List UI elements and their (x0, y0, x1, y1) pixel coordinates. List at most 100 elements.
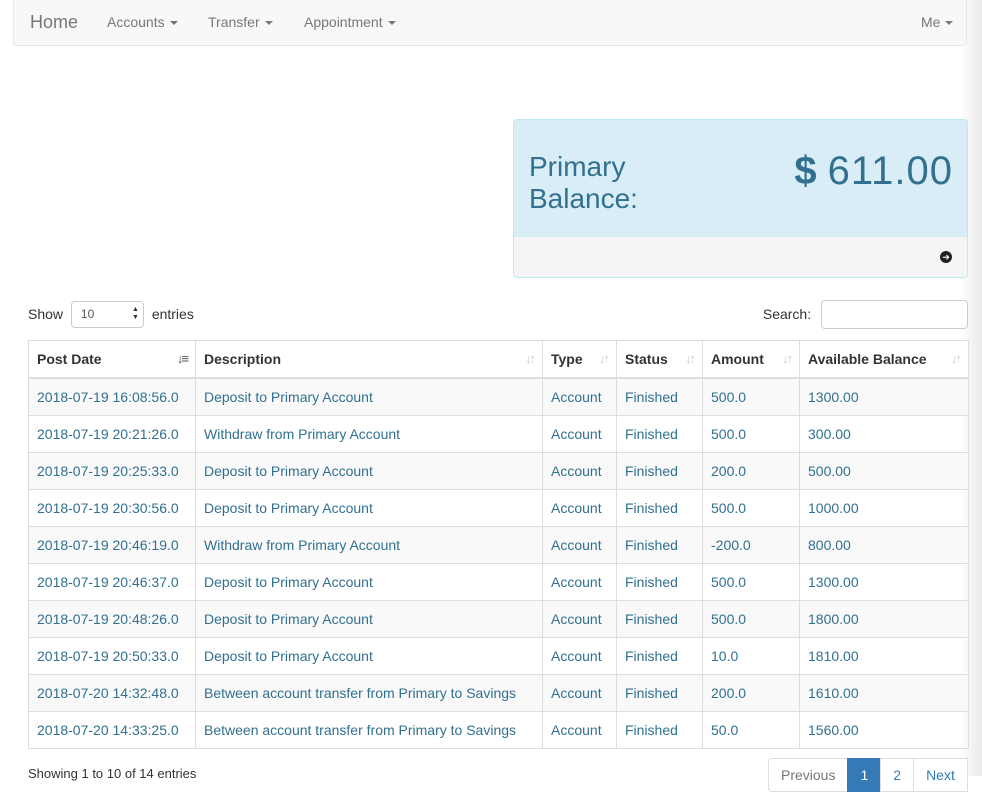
cell-amount: 500.0 (702, 563, 800, 601)
cell-status: Finished (616, 600, 703, 638)
entries-select[interactable]: 10 ▲ ▼ (70, 300, 144, 328)
cell-status: Finished (616, 377, 703, 416)
cell-amount: 500.0 (702, 600, 800, 638)
column-header-label: Status (625, 351, 668, 367)
entries-length-control: Show 10 ▲ ▼ entries (28, 299, 194, 328)
table-row: 2018-07-19 20:30:56.0 Deposit to Primary… (28, 489, 969, 527)
search-label: Search: (762, 305, 812, 322)
entries-label: entries (151, 305, 194, 322)
cell-status: Finished (616, 711, 703, 749)
cell-available-balance: 1000.00 (799, 489, 969, 527)
page-1-button[interactable]: 1 (847, 758, 882, 792)
cell-available-balance: 800.00 (799, 526, 969, 564)
cell-post-date: 2018-07-19 20:30:56.0 (28, 489, 196, 527)
column-header-available-balance[interactable]: Available Balance ↓↑ (799, 340, 969, 379)
cell-amount: 200.0 (702, 674, 800, 712)
cell-available-balance: 1810.00 (799, 637, 969, 675)
page-2-button[interactable]: 2 (880, 758, 915, 792)
entries-select-value: 10 (80, 306, 95, 321)
panel-heading: Primary Balance: $611.00 (514, 120, 967, 238)
cell-type: Account (542, 674, 617, 712)
cell-type: Account (542, 452, 617, 490)
transactions-table: Post Date ↓≡ Description ↓↑ Type ↓↑ Status ↓… (28, 340, 969, 749)
accounts-label: Accounts (107, 14, 165, 30)
cell-post-date: 2018-07-19 20:48:26.0 (28, 600, 196, 638)
navbar: Home Accounts Transfer Appointment Me (13, 0, 967, 46)
cell-post-date: 2018-07-19 20:50:33.0 (28, 637, 196, 675)
cell-available-balance: 1800.00 (799, 600, 969, 638)
panel-footer[interactable]: ➜ (514, 237, 967, 277)
column-header-label: Amount (711, 351, 764, 367)
cell-available-balance: 500.00 (799, 452, 969, 490)
cell-type: Account (542, 711, 617, 749)
brand-home-link[interactable]: Home (30, 12, 78, 33)
transfer-dropdown[interactable]: Transfer (208, 14, 273, 30)
cell-available-balance: 1300.00 (799, 377, 969, 416)
appointment-dropdown[interactable]: Appointment (304, 14, 396, 30)
previous-page-button[interactable]: Previous (768, 758, 849, 792)
caret-down-icon (169, 21, 178, 26)
cell-type: Account (542, 377, 617, 416)
cell-type: Account (542, 526, 617, 564)
cell-type: Account (542, 637, 617, 675)
column-header-amount[interactable]: Amount ↓↑ (702, 340, 800, 379)
me-label: Me (921, 14, 941, 30)
cell-status: Finished (616, 674, 703, 712)
cell-type: Account (542, 489, 617, 527)
arrow-circle-right-icon[interactable]: ➜ (940, 251, 952, 263)
cell-description: Deposit to Primary Account (195, 452, 543, 490)
cell-description: Between account transfer from Primary to… (195, 674, 543, 712)
cell-status: Finished (616, 415, 703, 453)
cell-status: Finished (616, 526, 703, 564)
cell-status: Finished (616, 563, 703, 601)
transfer-label: Transfer (208, 14, 260, 30)
cell-post-date: 2018-07-19 20:46:19.0 (28, 526, 196, 564)
cell-description: Withdraw from Primary Account (195, 526, 543, 564)
cell-available-balance: 1560.00 (799, 711, 969, 749)
cell-post-date: 2018-07-19 20:25:33.0 (28, 452, 196, 490)
column-header-description[interactable]: Description ↓↑ (195, 340, 543, 379)
cell-amount: -200.0 (702, 526, 800, 564)
caret-down-icon (264, 21, 273, 26)
caret-down-icon (387, 21, 396, 26)
cell-description: Withdraw from Primary Account (195, 415, 543, 453)
caret-down-icon (945, 21, 954, 26)
table-row: 2018-07-19 16:08:56.0 Deposit to Primary… (28, 377, 969, 416)
cell-status: Finished (616, 489, 703, 527)
dollar-sign: $ (794, 149, 818, 193)
show-label: Show (28, 305, 64, 322)
column-header-status[interactable]: Status ↓↑ (616, 340, 703, 379)
column-header-label: Post Date (37, 351, 102, 367)
cell-post-date: 2018-07-19 16:08:56.0 (28, 377, 196, 416)
sort-icon: ↓↑ (685, 351, 696, 366)
cell-description: Deposit to Primary Account (195, 600, 543, 638)
cell-description: Deposit to Primary Account (195, 489, 543, 527)
sort-desc-icon: ↓≡ (176, 351, 189, 366)
column-header-label: Available Balance (808, 351, 927, 367)
cell-available-balance: 1610.00 (799, 674, 969, 712)
column-header-type[interactable]: Type ↓↑ (542, 340, 617, 379)
appointment-label: Appointment (304, 14, 383, 30)
search-input[interactable] (821, 299, 968, 329)
cell-amount: 500.0 (702, 415, 800, 453)
cell-type: Account (542, 600, 617, 638)
column-header-post-date[interactable]: Post Date ↓≡ (28, 340, 196, 379)
cell-amount: 500.0 (702, 489, 800, 527)
next-page-button[interactable]: Next (913, 758, 968, 792)
table-row: 2018-07-19 20:50:33.0 Deposit to Primary… (28, 637, 969, 675)
cell-amount: 50.0 (702, 711, 800, 749)
cell-amount: 500.0 (702, 377, 800, 416)
balance-amount: 611.00 (827, 149, 953, 193)
me-dropdown[interactable]: Me (921, 14, 954, 30)
table-row: 2018-07-19 20:25:33.0 Deposit to Primary… (28, 452, 969, 490)
cell-type: Account (542, 563, 617, 601)
table-row: 2018-07-19 20:46:19.0 Withdraw from Prim… (28, 526, 969, 564)
cell-amount: 200.0 (702, 452, 800, 490)
accounts-dropdown[interactable]: Accounts (107, 14, 178, 30)
sort-icon: ↓↑ (599, 351, 610, 366)
cell-description: Between account transfer from Primary to… (195, 711, 543, 749)
cell-available-balance: 1300.00 (799, 563, 969, 601)
cell-status: Finished (616, 452, 703, 490)
cell-type: Account (542, 415, 617, 453)
table-row: 2018-07-19 20:21:26.0 Withdraw from Prim… (28, 415, 969, 453)
